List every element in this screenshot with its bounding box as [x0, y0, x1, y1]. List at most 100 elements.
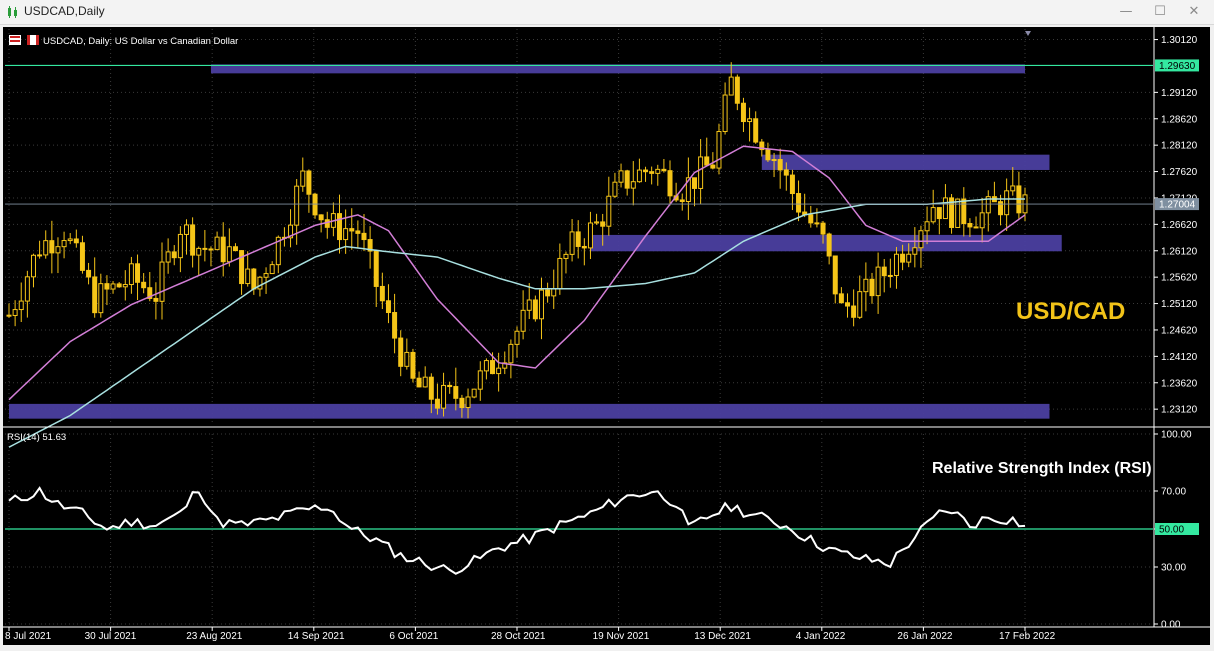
candle-body — [734, 76, 740, 104]
candle-body — [796, 193, 802, 213]
candle-body — [538, 289, 544, 320]
candle-body — [349, 228, 355, 232]
candle-body — [337, 213, 343, 241]
chart-area[interactable]: 1.301201.291201.286201.281201.276201.271… — [3, 27, 1210, 645]
chart-info-label: USDCAD, Daily: US Dollar vs Canadian Dol… — [43, 36, 238, 47]
y-tick-label: 1.26120 — [1161, 246, 1198, 257]
candle-body — [618, 170, 624, 183]
x-tick-label: 14 Sep 2021 — [288, 631, 345, 642]
candle-body — [514, 330, 520, 345]
candle-body — [838, 293, 844, 304]
candle-body — [294, 185, 300, 226]
resistance-price-tag: 1.29630 — [1159, 61, 1196, 72]
x-tick-label: 30 Jul 2021 — [85, 631, 137, 642]
candle-body — [845, 302, 851, 307]
candle-body — [765, 149, 771, 161]
x-tick-label: 8 Jul 2021 — [5, 631, 52, 642]
candle-body — [79, 242, 85, 271]
candle-body — [92, 276, 98, 314]
candle-body — [86, 269, 92, 278]
candle-body — [587, 222, 593, 249]
candle-body — [73, 238, 79, 244]
candle-body — [190, 224, 196, 256]
candle-body — [1010, 185, 1016, 192]
candle-body — [416, 377, 422, 388]
candle-body — [214, 236, 220, 251]
candle-body — [453, 386, 459, 399]
candle-body — [251, 268, 257, 290]
candle-body — [643, 169, 649, 173]
candle-body — [832, 255, 838, 295]
x-tick-label: 26 Jan 2022 — [897, 631, 952, 642]
rsi-panel — [5, 486, 1153, 575]
candle-body — [306, 170, 312, 195]
candle-body — [61, 240, 67, 248]
y-tick-label: 1.29120 — [1161, 88, 1198, 99]
candle-body — [43, 240, 49, 256]
candle-body — [777, 159, 783, 171]
candle-body — [679, 199, 685, 202]
candle-body — [998, 201, 1004, 216]
maximize-button[interactable]: ☐ — [1146, 2, 1174, 22]
candle-body — [851, 305, 857, 318]
x-tick-label: 23 Aug 2021 — [186, 631, 243, 642]
candle-body — [153, 297, 159, 302]
x-tick-label: 19 Nov 2021 — [593, 631, 650, 642]
candle-body — [434, 398, 440, 409]
candle-body — [245, 268, 251, 285]
scroll-marker-icon[interactable] — [1025, 31, 1031, 36]
chart-canvas[interactable]: 1.301201.291201.286201.281201.276201.271… — [3, 27, 1210, 645]
candle-body — [165, 251, 171, 263]
candle-body — [826, 233, 832, 257]
x-tick-label: 4 Jan 2022 — [796, 631, 846, 642]
candle-body — [471, 388, 477, 398]
candle-body — [808, 214, 814, 224]
candle-body — [385, 300, 391, 314]
candle-body — [551, 288, 557, 297]
x-tick-label: 6 Oct 2021 — [389, 631, 438, 642]
candle-body — [661, 168, 667, 172]
candlestick-app-icon — [8, 6, 17, 18]
candle-body — [232, 246, 238, 252]
candle-body — [575, 231, 581, 247]
candle-body — [557, 257, 563, 290]
x-tick-label: 28 Oct 2021 — [491, 631, 546, 642]
candle-body — [67, 238, 73, 242]
candle-body — [710, 164, 716, 169]
close-button[interactable]: ✕ — [1180, 2, 1208, 22]
candle-body — [116, 283, 122, 288]
candle-body — [704, 156, 710, 166]
candle-body — [783, 169, 789, 176]
candle-body — [930, 207, 936, 223]
candle-body — [973, 226, 979, 229]
candle-body — [459, 397, 465, 409]
candle-body — [257, 276, 263, 290]
rsi-y-tick-label: 70.00 — [1161, 487, 1186, 498]
candle-body — [630, 181, 636, 189]
candle-body — [110, 283, 116, 290]
axes: 1.301201.291201.286201.281201.276201.271… — [3, 27, 1210, 642]
candle-body — [208, 248, 214, 251]
candle-body — [893, 253, 899, 276]
candle-body — [37, 254, 43, 257]
header-icons — [9, 35, 39, 45]
candle-body — [196, 247, 202, 256]
y-tick-label: 1.23120 — [1161, 405, 1198, 416]
candle-body — [520, 309, 526, 332]
minimize-button[interactable]: — — [1112, 2, 1140, 22]
y-tick-label: 1.24120 — [1161, 352, 1198, 363]
candle-body — [490, 360, 496, 375]
candle-body — [691, 177, 697, 189]
candle-body — [906, 253, 912, 263]
candle-body — [300, 170, 306, 187]
candle-body — [312, 193, 318, 216]
candle-body — [24, 276, 30, 302]
candle-body — [955, 198, 961, 228]
candle-body — [404, 351, 410, 367]
x-tick-label: 17 Feb 2022 — [999, 631, 1056, 642]
candle-body — [636, 169, 642, 183]
candle-body — [379, 285, 385, 302]
candle-body — [612, 181, 618, 197]
candle-body — [355, 230, 361, 234]
candle-body — [814, 222, 820, 225]
